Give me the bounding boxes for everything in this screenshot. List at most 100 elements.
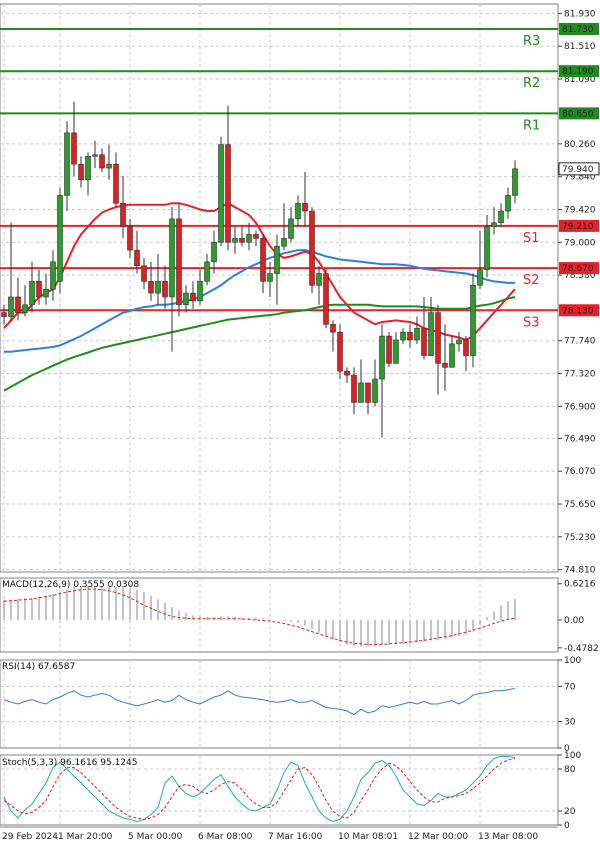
candle-body: [183, 292, 189, 306]
candle-body: [351, 374, 357, 403]
price-tick-label: 76.490: [564, 434, 596, 444]
candle-body: [505, 195, 511, 212]
price-tick-label: 81.510: [564, 42, 596, 52]
x-tick-label: 13 Mar 08:00: [478, 832, 538, 842]
candle-body: [232, 238, 238, 243]
candle-body: [358, 382, 364, 403]
candle-body: [316, 273, 322, 286]
stoch-label: Stoch(5,3,3) 96.1616 95.1245: [2, 758, 137, 768]
candle-body: [414, 327, 420, 341]
candle-body: [288, 218, 294, 239]
candle-body: [22, 304, 28, 313]
price-tick-label: 77.320: [564, 370, 596, 380]
candle-body: [141, 265, 147, 282]
price-axis: 81.93081.51081.09080.26079.84079.42079.0…: [558, 9, 600, 831]
macd-tick-label: 0.6216: [564, 580, 596, 590]
candle-body: [155, 281, 161, 294]
level-name-s3: S3: [523, 315, 540, 330]
candle-body: [372, 378, 378, 403]
candle-body: [365, 382, 371, 403]
chart-svg: R3R2R1S1S2S3 81.93081.51081.09080.26079.…: [0, 3, 600, 842]
price-tick-label: 81.930: [564, 9, 596, 19]
candle-body: [253, 234, 259, 239]
candle-body: [239, 238, 245, 243]
indicator-panels: [0, 586, 558, 823]
candle-body: [386, 335, 392, 364]
candle-body: [379, 335, 385, 380]
candle-body: [344, 370, 350, 376]
price-tick-label: 79.420: [564, 205, 596, 215]
macd-tick-label: 0.00: [564, 616, 584, 626]
macd-tick-label: -0.4782: [564, 644, 599, 654]
trading-chart: R3 R2 R1 S1 S2 S3 81.930 81.510 81.090 80.260 79.…: [0, 0, 600, 846]
price-tick-label: 80.260: [564, 140, 596, 150]
candle-body: [393, 339, 399, 364]
x-tick-label: 12 Mar 00:00: [408, 832, 468, 842]
rsi-line: [3, 687, 516, 716]
candle-body: [281, 238, 287, 247]
candle-body: [218, 144, 224, 243]
candle-body: [64, 132, 70, 196]
candle-body: [78, 163, 84, 181]
candle-body: [197, 281, 203, 302]
candle-body: [302, 202, 308, 212]
candle-body: [330, 324, 336, 333]
macd-label: MACD(12,26,9) 0.3555 0.0308: [2, 580, 139, 590]
candle-body: [400, 331, 406, 341]
candle-body: [323, 273, 329, 325]
stoch-tick-label: 0: [564, 821, 570, 831]
level-price-label: 81.190: [562, 67, 594, 77]
x-tick-label: 1 Mar 20:00: [58, 832, 113, 842]
candle-body: [246, 234, 252, 243]
candle-body: [498, 210, 504, 224]
candle-body: [428, 312, 434, 356]
candle-body: [309, 210, 315, 286]
candle-body: [435, 312, 441, 364]
level-name-s2: S2: [523, 273, 540, 288]
candle-body: [134, 249, 140, 267]
candle-body: [260, 238, 266, 282]
candle-body: [71, 132, 77, 165]
x-tick-label: 10 Mar 08:01: [338, 832, 398, 842]
candle-body: [29, 281, 35, 306]
stoch-tick-label: 80: [564, 765, 576, 775]
price-tick-label: 79.000: [564, 238, 596, 248]
candle-body: [176, 218, 182, 306]
price-tick-label: 76.070: [564, 467, 596, 477]
candle-body: [43, 288, 49, 298]
rsi-panel-frame: [0, 659, 559, 749]
price-tick-label: 76.900: [564, 402, 596, 412]
candle-body: [421, 327, 427, 356]
candle-body: [337, 331, 343, 372]
price-tick-label: 77.740: [564, 337, 596, 347]
x-tick-label: 6 Mar 08:00: [198, 832, 253, 842]
candle-body: [470, 284, 476, 356]
level-price-label: 80.650: [562, 109, 594, 119]
level-name-r1: R1: [523, 118, 540, 133]
candle-body: [99, 154, 105, 169]
rsi-label: RSI(14) 67.6587: [2, 662, 75, 672]
candle-body: [148, 281, 154, 294]
candle-body: [491, 222, 497, 227]
candle-body: [169, 218, 175, 298]
stoch-tick-label: 100: [564, 751, 581, 761]
level-name-s1: S1: [523, 231, 540, 246]
last-price-label: 79.940: [562, 165, 594, 175]
candle-body: [85, 156, 91, 181]
candle-body: [120, 202, 126, 227]
candle-body: [15, 296, 21, 313]
candle-body: [295, 202, 301, 220]
candle-body: [484, 226, 490, 270]
x-tick-label: 29 Feb 2024: [2, 832, 58, 842]
stoch-tick-label: 20: [564, 807, 576, 817]
rsi-tick-label: 70: [564, 682, 576, 692]
x-tick-label: 5 Mar 00:00: [128, 832, 183, 842]
candle-body: [162, 281, 168, 298]
level-name-r3: R3: [523, 34, 540, 49]
candle-body: [477, 269, 483, 286]
candle-body: [456, 339, 462, 345]
candle-body: [449, 343, 455, 368]
candle-body: [1, 312, 7, 317]
candle-body: [407, 331, 413, 341]
rsi-tick-label: 100: [564, 656, 581, 666]
